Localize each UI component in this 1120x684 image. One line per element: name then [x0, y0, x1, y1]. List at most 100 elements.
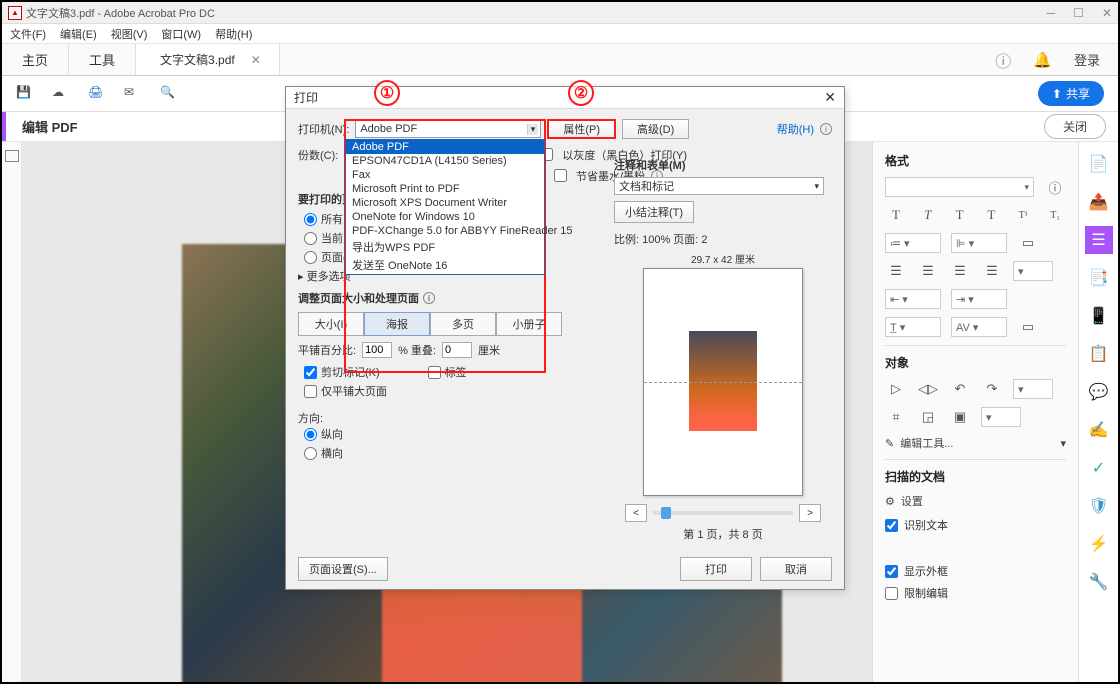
page-range-radio[interactable]: [304, 251, 317, 264]
share-button[interactable]: ⬆ 共享: [1038, 81, 1104, 106]
color-a-icon[interactable]: ▭: [1017, 233, 1039, 253]
prev-page-button[interactable]: <: [625, 504, 647, 522]
rotate-cw-icon[interactable]: ↷: [981, 379, 1003, 399]
dd-item-mspdf[interactable]: Microsoft Print to PDF: [346, 182, 544, 196]
tile-pct-input[interactable]: [362, 342, 392, 358]
show-outline-input[interactable]: [885, 565, 898, 578]
cloud-icon[interactable]: ☁: [52, 85, 70, 103]
slider-thumb[interactable]: [661, 507, 671, 519]
current-page-radio[interactable]: [304, 232, 317, 245]
maximize-icon[interactable]: ☐: [1073, 6, 1084, 20]
tab-close-icon[interactable]: ✕: [251, 53, 261, 67]
ts-organize-icon[interactable]: 📑: [1085, 264, 1113, 292]
dd-item-onenote16[interactable]: 发送至 OneNote 16: [346, 256, 544, 274]
align-justify-icon[interactable]: ☰: [981, 261, 1003, 281]
comments-select[interactable]: 文档和标记 ▾: [614, 177, 824, 195]
bullets-select[interactable]: ≔ ▾: [885, 233, 941, 253]
ts-fill-icon[interactable]: 📋: [1085, 340, 1113, 368]
ts-export-icon[interactable]: 📤: [1085, 188, 1113, 216]
flip-h-icon[interactable]: ◁▷: [917, 379, 939, 399]
text-sub-icon[interactable]: T₁: [1044, 205, 1066, 225]
indent2-select[interactable]: ⇥ ▾: [951, 289, 1007, 309]
save-icon[interactable]: 💾: [16, 85, 34, 103]
help-info-icon[interactable]: i: [820, 123, 832, 135]
thumbnails-panel[interactable]: [2, 142, 22, 682]
menu-help[interactable]: 帮助(H): [215, 26, 252, 42]
landscape-radio[interactable]: [304, 447, 317, 460]
help-link[interactable]: 帮助(H): [777, 121, 814, 137]
align-right-icon[interactable]: ☰: [949, 261, 971, 281]
save-ink-checkbox[interactable]: [554, 169, 567, 182]
text-t4-icon[interactable]: T: [980, 205, 1002, 225]
printer-select[interactable]: Adobe PDF ▾: [355, 120, 541, 138]
dd-item-adobe[interactable]: Adobe PDF: [346, 140, 544, 154]
menu-edit[interactable]: 编辑(E): [60, 26, 97, 42]
ts-create-icon[interactable]: 📄: [1085, 150, 1113, 178]
arrange-select[interactable]: ▾: [1013, 379, 1053, 399]
page-setup-button[interactable]: 页面设置(S)...: [298, 557, 388, 581]
dialog-close-icon[interactable]: ✕: [824, 89, 836, 106]
overlap-input[interactable]: [442, 342, 472, 358]
portrait-radio[interactable]: [304, 428, 317, 441]
labels-checkbox[interactable]: [428, 366, 441, 379]
cancel-button[interactable]: 取消: [760, 557, 832, 581]
help-icon[interactable]: ⓘ: [995, 48, 1011, 72]
ts-sign-icon[interactable]: ✍: [1085, 416, 1113, 444]
ts-optimize-icon[interactable]: ⚡: [1085, 530, 1113, 558]
dd-item-fax[interactable]: Fax: [346, 168, 544, 182]
spacing-select[interactable]: ▾: [1013, 261, 1053, 281]
menu-view[interactable]: 视图(V): [111, 26, 148, 42]
printer-dropdown-list[interactable]: Adobe PDF EPSON47CD1A (L4150 Series) Fax…: [345, 139, 545, 275]
menu-window[interactable]: 窗口(W): [161, 26, 201, 42]
seg-size[interactable]: 大小(I): [298, 312, 364, 336]
dd-item-wps[interactable]: 导出为WPS PDF: [346, 238, 544, 256]
recognize-text-checkbox[interactable]: 识别文本: [885, 517, 1066, 533]
align-obj-select[interactable]: ▾: [981, 407, 1021, 427]
bell-icon[interactable]: 🔔: [1033, 51, 1052, 69]
ts-protect-icon[interactable]: 🛡: [1085, 492, 1113, 520]
text-super-icon[interactable]: T¹: [1012, 205, 1034, 225]
search-icon[interactable]: 🔍: [160, 85, 178, 103]
crop-icon[interactable]: ⌗: [885, 407, 907, 427]
restrict-edit-checkbox[interactable]: 限制编辑: [885, 585, 1066, 601]
dd-item-onenote10[interactable]: OneNote for Windows 10: [346, 210, 544, 224]
ts-enhance-icon[interactable]: 📱: [1085, 302, 1113, 330]
close-editbar-button[interactable]: 关闭: [1044, 114, 1106, 139]
summarize-button[interactable]: 小结注释(T): [614, 201, 694, 223]
ts-comment-icon[interactable]: 💬: [1085, 378, 1113, 406]
seg-booklet[interactable]: 小册子: [496, 312, 562, 336]
align-left-icon[interactable]: ☰: [885, 261, 907, 281]
all-pages-radio[interactable]: [304, 213, 317, 226]
tile-large-checkbox[interactable]: [304, 385, 317, 398]
more-format-icon[interactable]: ▭: [1017, 317, 1039, 337]
resize-info-icon[interactable]: i: [423, 292, 435, 304]
properties-button[interactable]: 属性(P): [547, 119, 616, 139]
recognize-text-input[interactable]: [885, 519, 898, 532]
group-icon[interactable]: ▣: [949, 407, 971, 427]
ts-more-icon[interactable]: 🔧: [1085, 568, 1113, 596]
menu-file[interactable]: 文件(F): [10, 26, 46, 42]
seg-poster[interactable]: 海报: [364, 312, 430, 336]
print-icon[interactable]: 🖨: [88, 85, 106, 103]
next-page-button[interactable]: >: [799, 504, 821, 522]
ts-stamp-icon[interactable]: ✓: [1085, 454, 1113, 482]
indent-select[interactable]: ⇤ ▾: [885, 289, 941, 309]
info-icon[interactable]: ⓘ: [1044, 177, 1066, 197]
cropmarks-checkbox[interactable]: [304, 366, 317, 379]
thumbnail-icon[interactable]: [5, 150, 19, 162]
rotate-ccw-icon[interactable]: ↶: [949, 379, 971, 399]
dd-item-epson[interactable]: EPSON47CD1A (L4150 Series): [346, 154, 544, 168]
more-options-toggle[interactable]: ▸ 更多选项: [298, 268, 351, 284]
tab-tools[interactable]: 工具: [69, 44, 136, 75]
tab-home[interactable]: 主页: [2, 44, 69, 75]
numbered-select[interactable]: ⊫ ▾: [951, 233, 1007, 253]
dd-item-pdfxchange[interactable]: PDF-XChange 5.0 for ABBYY FineReader 15: [346, 224, 544, 238]
flip-v-icon[interactable]: ▷: [885, 379, 907, 399]
dd-item-xps[interactable]: Microsoft XPS Document Writer: [346, 196, 544, 210]
zoom-slider[interactable]: [653, 511, 793, 515]
text-italic-icon[interactable]: T: [917, 205, 939, 225]
print-button[interactable]: 打印: [680, 557, 752, 581]
settings-link[interactable]: ⚙ 设置: [885, 493, 1066, 509]
edit-tool-link[interactable]: ✎ 编辑工具... ▾: [885, 435, 1066, 451]
restrict-edit-input[interactable]: [885, 587, 898, 600]
